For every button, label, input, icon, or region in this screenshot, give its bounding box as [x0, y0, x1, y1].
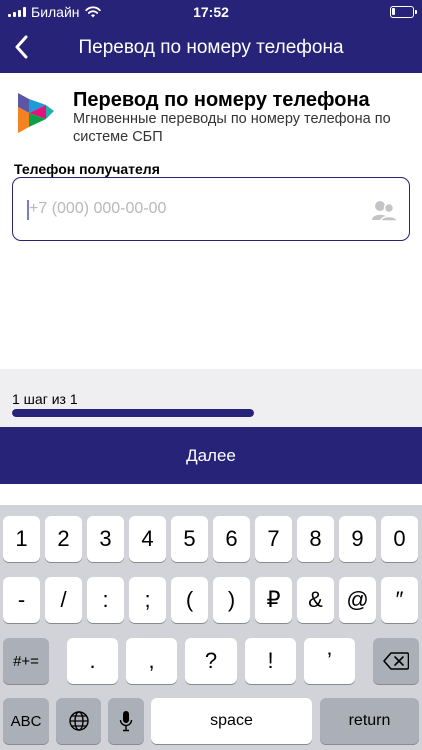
- key-abc[interactable]: ABC: [3, 698, 49, 744]
- key-comma[interactable]: ,: [126, 638, 177, 684]
- step-indicator: 1 шаг из 1: [0, 369, 422, 427]
- recipient-phone-label: Телефон получателя: [14, 161, 160, 177]
- key-6[interactable]: 6: [213, 516, 250, 562]
- recipient-phone-input[interactable]: +7 (000) 000-00-00: [12, 177, 410, 241]
- key-exclamation[interactable]: !: [245, 638, 296, 684]
- contacts-icon[interactable]: [371, 198, 397, 222]
- key-apostrophe[interactable]: ’: [304, 638, 355, 684]
- globe-key[interactable]: [56, 698, 101, 744]
- key-colon[interactable]: :: [87, 577, 124, 623]
- status-bar: Билайн 17:52: [0, 0, 422, 24]
- sbp-logo-icon: [18, 93, 54, 133]
- key-1[interactable]: 1: [3, 516, 40, 562]
- key-2[interactable]: 2: [45, 516, 82, 562]
- key-ruble[interactable]: ₽: [255, 577, 292, 623]
- key-at[interactable]: @: [339, 577, 376, 623]
- step-progress-bar: [12, 409, 254, 417]
- key-slash[interactable]: /: [45, 577, 82, 623]
- key-0[interactable]: 0: [381, 516, 418, 562]
- key-5[interactable]: 5: [171, 516, 208, 562]
- next-button[interactable]: Далее: [0, 427, 422, 484]
- microphone-icon: [119, 711, 133, 732]
- step-text: 1 шаг из 1: [12, 391, 78, 407]
- key-ampersand[interactable]: &: [297, 577, 334, 623]
- header-subtitle: Мгновенные переводы по номеру телефона п…: [73, 111, 391, 145]
- top-bar: Билайн 17:52 Перевод по номеру телефона: [0, 0, 422, 73]
- key-8[interactable]: 8: [297, 516, 334, 562]
- space-key[interactable]: space: [151, 698, 312, 744]
- key-3[interactable]: 3: [87, 516, 124, 562]
- return-key[interactable]: return: [320, 698, 419, 744]
- backspace-key[interactable]: [373, 638, 419, 684]
- key-quote[interactable]: ″: [381, 577, 418, 623]
- key-question[interactable]: ?: [185, 638, 237, 684]
- key-9[interactable]: 9: [339, 516, 376, 562]
- battery-icon: [390, 6, 417, 18]
- step-progress-fill: [12, 409, 254, 417]
- transfer-header: Перевод по номеру телефона Мгновенные пе…: [14, 89, 414, 149]
- dictation-key[interactable]: [108, 698, 144, 744]
- key-paren-close[interactable]: ): [213, 577, 250, 623]
- recipient-phone-placeholder: +7 (000) 000-00-00: [29, 200, 167, 217]
- key-paren-open[interactable]: (: [171, 577, 208, 623]
- globe-icon: [68, 711, 89, 731]
- numeric-keyboard: 1 2 3 4 5 6 7 8 9 0 - / : ; ( ) ₽ & @ ″ …: [0, 505, 422, 750]
- nav-title: Перевод по номеру телефона: [78, 37, 344, 58]
- key-minus[interactable]: -: [3, 577, 40, 623]
- key-symbols-toggle[interactable]: #+=: [3, 638, 49, 684]
- nav-bar: Перевод по номеру телефона: [0, 24, 422, 73]
- status-time: 17:52: [193, 4, 229, 20]
- key-4[interactable]: 4: [129, 516, 166, 562]
- key-semicolon[interactable]: ;: [129, 577, 166, 623]
- backspace-icon: [383, 652, 409, 670]
- header-title: Перевод по номеру телефона: [73, 89, 370, 111]
- key-period[interactable]: .: [67, 638, 118, 684]
- key-7[interactable]: 7: [255, 516, 292, 562]
